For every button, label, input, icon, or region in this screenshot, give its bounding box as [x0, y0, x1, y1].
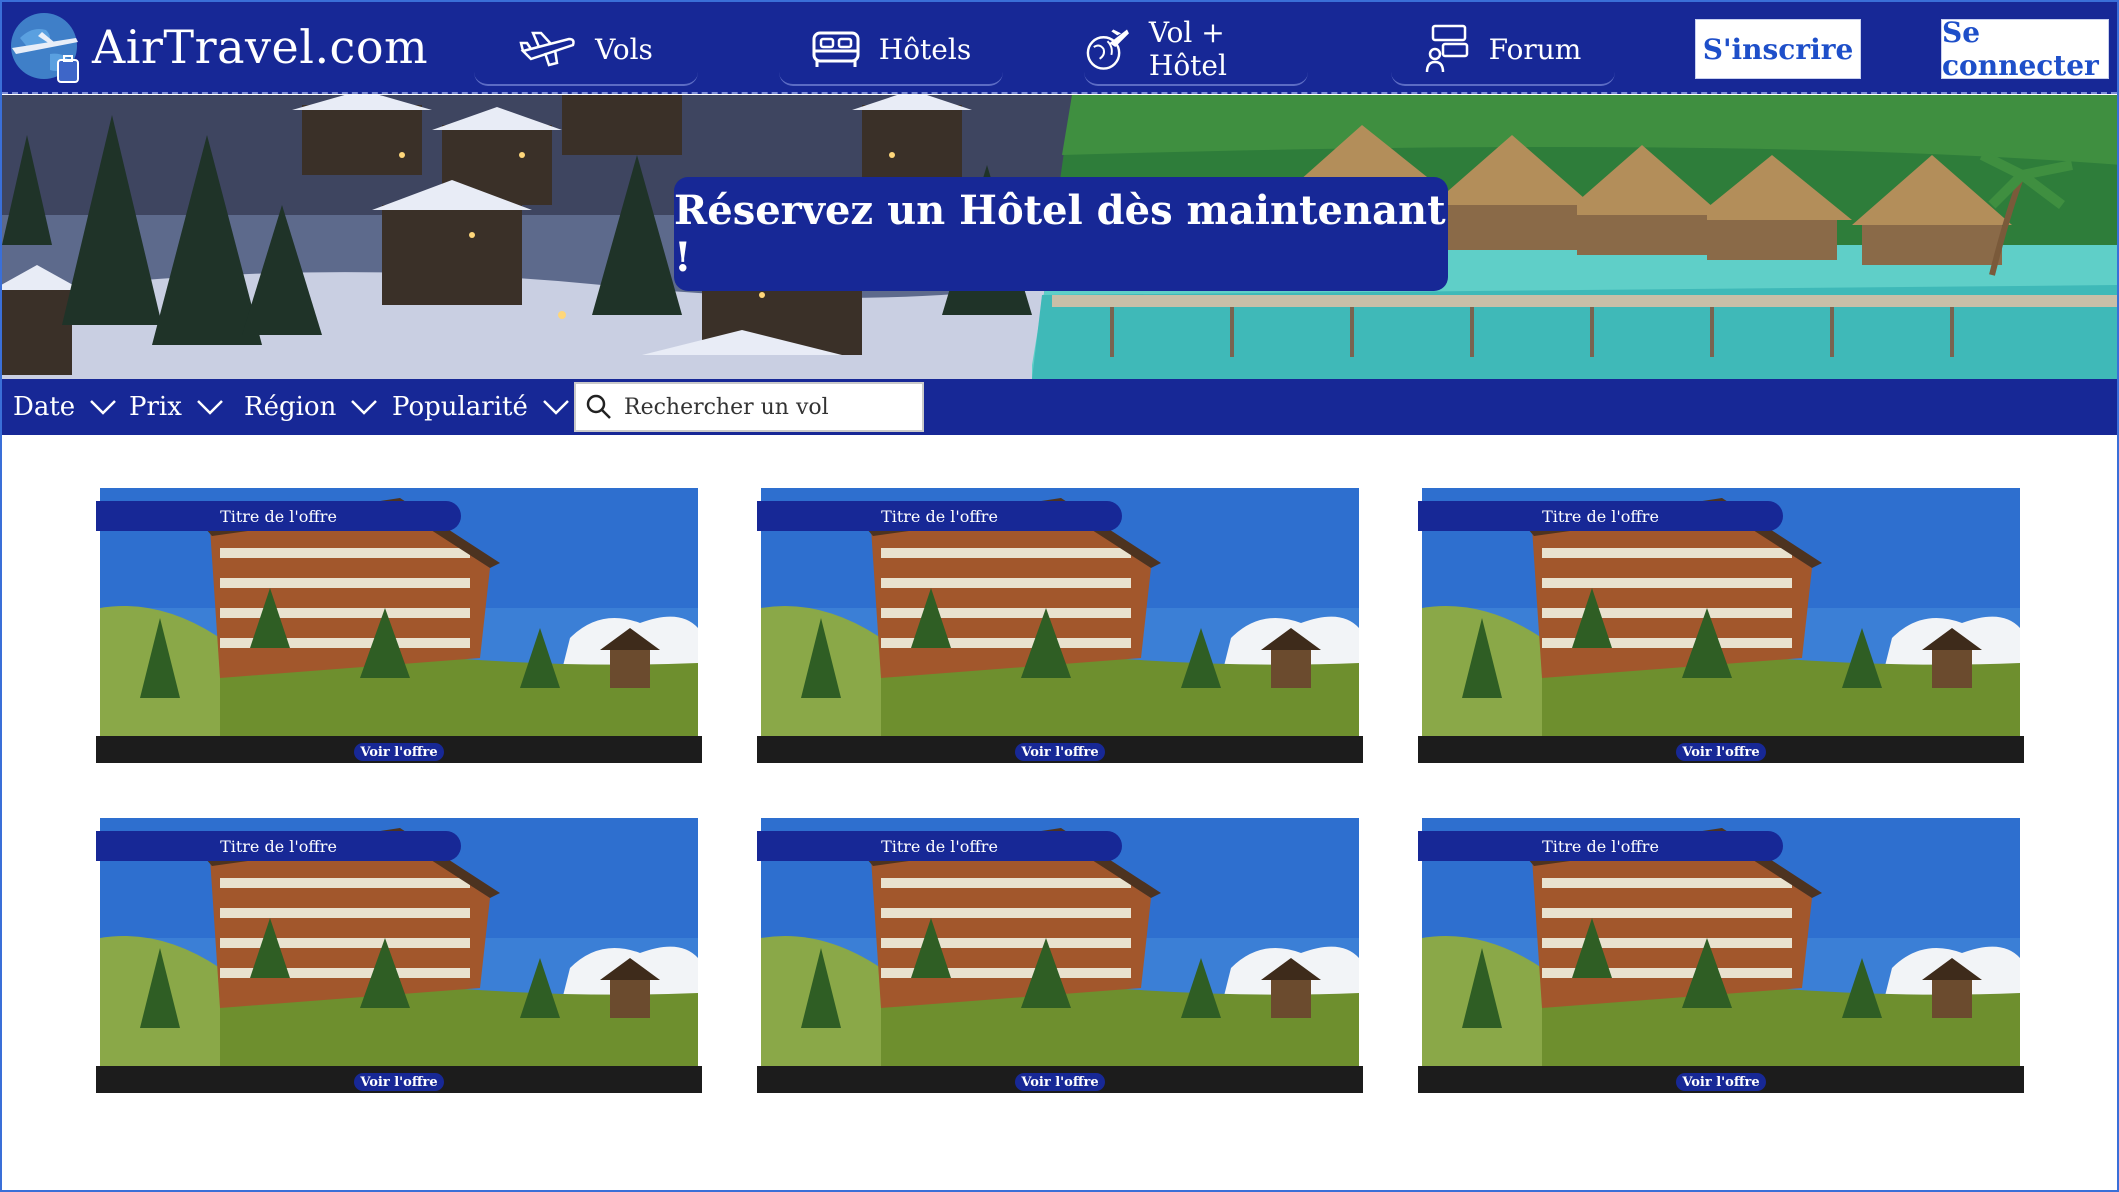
globe-logo-icon[interactable]	[6, 8, 86, 88]
login-button[interactable]: Se connecter	[1941, 16, 2109, 82]
offer-card[interactable]: Titre de l'offre Voir l'offre	[96, 488, 702, 763]
chevron-down-icon	[543, 400, 569, 415]
offer-title: Titre de l'offre	[1418, 831, 1783, 861]
filter-date-dropdown[interactable]: Date	[13, 379, 117, 435]
chevron-down-icon	[351, 400, 378, 415]
filter-region-label: Région	[244, 392, 337, 422]
filter-date-label: Date	[13, 392, 76, 422]
nav-vol-hotel-label: Vol + Hôtel	[1148, 16, 1227, 82]
filter-region-dropdown[interactable]: Région	[244, 379, 378, 435]
nav-vols[interactable]: Vols	[474, 14, 698, 86]
offer-card[interactable]: Titre de l'offre Voir l'offre	[96, 818, 702, 1093]
chevron-down-icon	[90, 400, 117, 415]
offer-title: Titre de l'offre	[757, 501, 1122, 531]
search-input[interactable]	[624, 394, 904, 420]
nav-forum-label: Forum	[1488, 32, 1582, 66]
plane-icon	[519, 31, 575, 67]
offer-card[interactable]: Titre de l'offre Voir l'offre	[1418, 818, 2024, 1093]
nav-hotels-label: Hôtels	[878, 32, 972, 66]
view-offer-button[interactable]: Voir l'offre	[354, 1073, 444, 1091]
hero-banner: Réservez un Hôtel dès maintenant !	[2, 95, 2117, 379]
view-offer-button[interactable]: Voir l'offre	[1676, 1073, 1766, 1091]
filter-popularite-dropdown[interactable]: Popularité	[392, 379, 570, 435]
offer-title: Titre de l'offre	[757, 831, 1122, 861]
nav-hotels[interactable]: Hôtels	[779, 14, 1003, 86]
globe-plane-icon	[1086, 29, 1129, 70]
offer-card[interactable]: Titre de l'offre Voir l'offre	[757, 488, 1363, 763]
view-offer-button[interactable]: Voir l'offre	[1676, 743, 1766, 761]
view-offer-button[interactable]: Voir l'offre	[354, 743, 444, 761]
filter-prix-dropdown[interactable]: Prix	[129, 379, 224, 435]
bed-icon	[812, 31, 860, 67]
nav-forum[interactable]: Forum	[1391, 14, 1615, 86]
forum-chat-icon	[1425, 24, 1468, 73]
offer-card[interactable]: Titre de l'offre Voir l'offre	[1418, 488, 2024, 763]
view-offer-button[interactable]: Voir l'offre	[1015, 1073, 1105, 1091]
top-navbar: AirTravel.com Vols Hôtels Vol + Hôtel Fo…	[2, 2, 2117, 94]
nav-vol-hotel[interactable]: Vol + Hôtel	[1084, 14, 1308, 86]
filter-bar: Date Prix Région Popularité	[2, 379, 2117, 435]
brand-name[interactable]: AirTravel.com	[92, 20, 428, 74]
offer-title: Titre de l'offre	[1418, 501, 1783, 531]
chevron-down-icon	[197, 400, 223, 415]
filter-prix-label: Prix	[129, 392, 182, 422]
offer-title: Titre de l'offre	[96, 831, 461, 861]
search-box[interactable]	[574, 382, 924, 432]
filter-popularite-label: Popularité	[392, 392, 528, 422]
signup-button[interactable]: S'inscrire	[1695, 19, 1861, 79]
offer-card[interactable]: Titre de l'offre Voir l'offre	[757, 818, 1363, 1093]
hero-title: Réservez un Hôtel dès maintenant !	[674, 177, 1448, 291]
offer-title: Titre de l'offre	[96, 501, 461, 531]
search-icon	[586, 394, 611, 419]
nav-vols-label: Vols	[595, 32, 653, 66]
view-offer-button[interactable]: Voir l'offre	[1015, 743, 1105, 761]
